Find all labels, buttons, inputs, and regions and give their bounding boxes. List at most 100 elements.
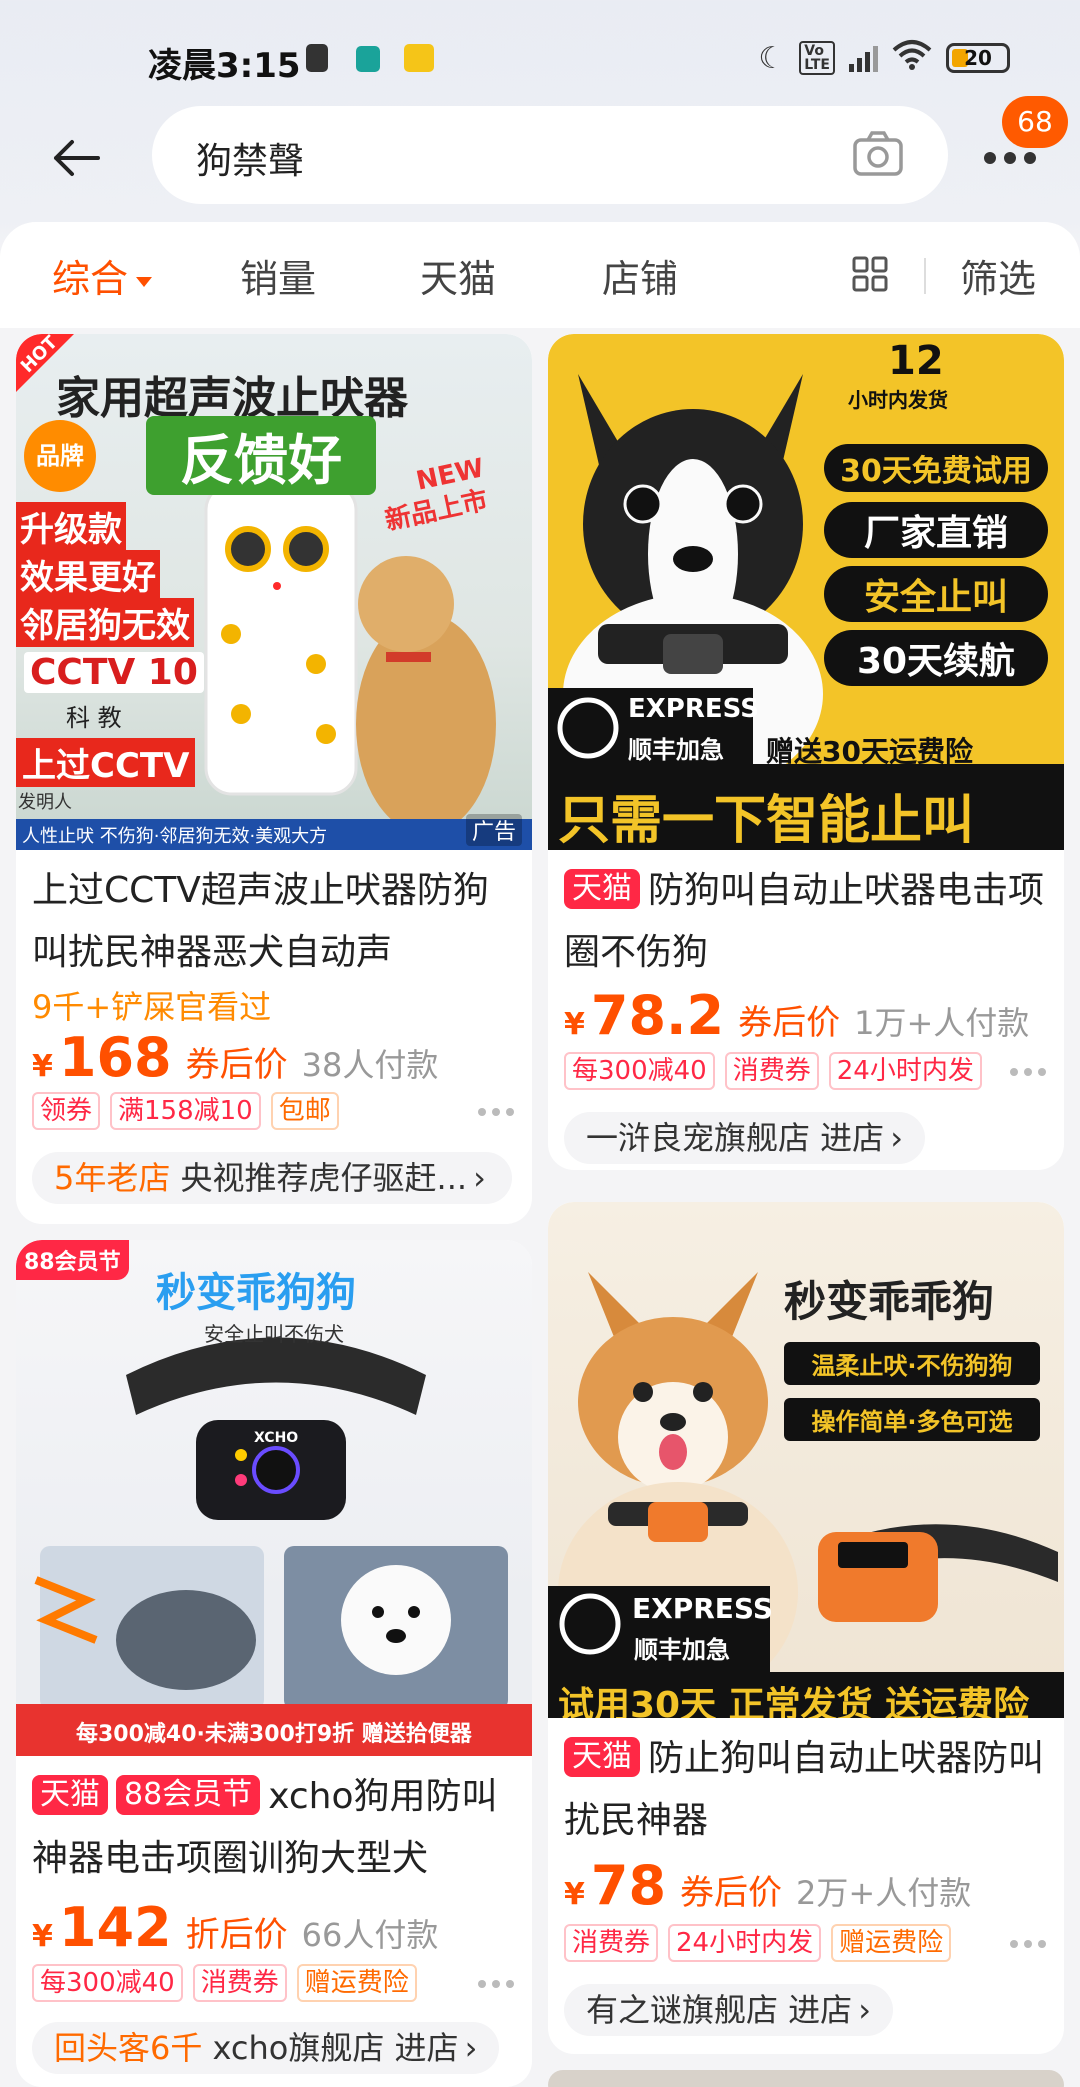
safe-pill: 安全止叫 [824, 566, 1048, 622]
product-image-2[interactable]: 12 小时内发货 30天免费试用 厂家直销 安全止叫 30天续航 EXPRESS… [548, 334, 1064, 850]
shop-highlight: 回头客6千 [54, 2029, 203, 2067]
brand-circle: 品牌 [24, 420, 96, 492]
grid-view-icon[interactable] [852, 256, 888, 292]
promo-tag: 每300减40 [32, 1964, 183, 2002]
tmall-tag: 天猫 [564, 1737, 640, 1777]
product-card-5-peek[interactable] [548, 2070, 1064, 2087]
promo-tag: 消费券 [192, 1964, 287, 2002]
wallet-icon [404, 44, 434, 72]
promo-tag: 消费券 [724, 1052, 819, 1090]
price-label: 折后价 [185, 1915, 288, 1955]
image-headline: 秒变乖狗狗 [156, 1270, 356, 1316]
card-more-icon[interactable] [1010, 1068, 1046, 1076]
product-image-3[interactable]: 88会员节 秒变乖狗狗 安全止叫不伤犬 XCHO 每300减40·未满300打9… [16, 1240, 532, 1756]
gentle-pill: 温柔止吠·不伤狗狗 [784, 1342, 1040, 1385]
easy-pill: 操作简单·多色可选 [784, 1398, 1040, 1441]
promo-tag: 包邮 [270, 1092, 339, 1130]
brand-on-device: XCHO [254, 1430, 299, 1446]
chevron-right-icon: › [890, 1119, 903, 1157]
product-title[interactable]: 上过CCTV超声波止吠器防狗叫扰民神器恶犬自动声 [32, 860, 516, 984]
hours-label: 小时内发货 [848, 388, 948, 412]
free-trial-pill: 30天免费试用 [824, 444, 1048, 492]
shop-name: 一浒良宠旗舰店 进店 [586, 1119, 885, 1157]
message-badge: 68 [1002, 96, 1068, 148]
price: 142 [58, 1896, 172, 1959]
express-label: EXPRESS [632, 1592, 773, 1625]
product-title[interactable]: 天猫 防狗叫自动止吠器电击项圈不伤狗 [564, 860, 1048, 984]
product-card-1[interactable]: 家用超声波止吠器 反馈好 品牌 NEW 新品上市 升级款 效果更好 邻居狗无效 … [16, 334, 532, 1224]
product-card-3[interactable]: 88会员节 秒变乖狗狗 安全止叫不伤犬 XCHO 每300减40·未满300打9… [16, 1240, 532, 2087]
price-label: 券后价 [185, 1045, 288, 1085]
promo-tags: 每300减40 消费券 赠运费险 [32, 1964, 417, 2002]
shop-name: 央视推荐虎仔驱赶... [180, 1159, 468, 1197]
sf-express-label: 顺丰加急 [628, 736, 724, 764]
sold-count: 1万+人付款 [854, 1004, 1030, 1042]
image-headline: 秒变乖乖狗 [784, 1277, 995, 1326]
chevron-right-icon: › [858, 1991, 871, 2029]
image-subheadline: 安全止叫不伤犬 [204, 1322, 344, 1346]
image-banner: 反馈好 [146, 416, 376, 495]
battery-pill: 30天续航 [824, 630, 1048, 686]
price: 78 [590, 1854, 667, 1917]
sold-count: 2万+人付款 [796, 1874, 972, 1912]
product-image-4[interactable]: 秒变乖乖狗 温柔止吠·不伤狗狗 操作简单·多色可选 EXPRESS 顺丰加急 试… [548, 1202, 1064, 1718]
shop-link[interactable]: 有之谜旗舰店 进店 › [564, 1984, 893, 2036]
price-label: 券后价 [738, 1003, 841, 1043]
card-more-icon[interactable] [1010, 1940, 1046, 1948]
battery-icon: 20 [946, 43, 1010, 73]
hours-number: 12 [888, 338, 944, 384]
sort-tmall[interactable]: 天猫 [420, 248, 496, 303]
promo-tag: 满158减10 [110, 1092, 261, 1130]
express-label: EXPRESS [628, 694, 759, 724]
sf-express-label: 顺丰加急 [634, 1636, 730, 1664]
promo-tag: 赠运费险 [831, 1924, 952, 1962]
chevron-right-icon: › [473, 1159, 486, 1197]
neighbor-tag: 邻居狗无效 [16, 598, 194, 647]
filter-button[interactable]: 筛选 [960, 248, 1036, 303]
price-line: ¥ 78 券后价 2万+人付款 [564, 1854, 971, 1917]
card-more-icon[interactable] [478, 1980, 514, 1988]
price: 78.2 [590, 984, 725, 1047]
effect-tag: 效果更好 [16, 550, 160, 599]
shop-name: 有之谜旗舰店 进店 [586, 1991, 853, 2029]
event-tag: 88会员节 [116, 1775, 261, 1815]
price-line: ¥ 78.2 券后价 1万+人付款 [564, 984, 1029, 1047]
shop-link[interactable]: 回头客6千 xcho旗舰店 进店 › [32, 2022, 500, 2074]
image-footer: 人性止吠 不伤狗·邻居狗无效·美观大方 [22, 826, 328, 847]
shop-link[interactable]: 5年老店 央视推荐虎仔驱赶... › [32, 1152, 512, 1204]
promo-tag: 领券 [32, 1092, 101, 1130]
back-arrow-icon[interactable] [50, 132, 102, 184]
product-title[interactable]: 天猫 88会员节 xcho狗用防叫神器电击项圈训狗大型犬 [32, 1766, 516, 1890]
upgrade-tag: 升级款 [16, 502, 126, 551]
price-label: 券后价 [680, 1873, 783, 1913]
shop-highlight: 5年老店 [54, 1159, 171, 1197]
price: 168 [58, 1026, 172, 1089]
volte-icon: Vo LTE [799, 41, 835, 75]
card-more-icon[interactable] [478, 1108, 514, 1116]
moon-icon: ☾ [758, 40, 786, 76]
shop-name: xcho旗舰店 进店 [212, 2029, 459, 2067]
product-card-2[interactable]: 12 小时内发货 30天免费试用 厂家直销 安全止叫 30天续航 EXPRESS… [548, 334, 1064, 1170]
sort-shop[interactable]: 店铺 [602, 248, 678, 303]
sort-comprehensive[interactable]: 综合 [52, 248, 153, 303]
inventor-label: 发明人 [18, 792, 72, 813]
search-input[interactable]: 狗禁聲 [152, 106, 948, 204]
camera-icon[interactable] [852, 130, 904, 178]
currency-symbol: ¥ [32, 1919, 53, 1954]
tmall-tag: 天猫 [564, 869, 640, 909]
lock-icon [356, 46, 380, 72]
status-time: 凌晨3:15 [148, 46, 301, 86]
caret-down-icon [136, 276, 153, 287]
search-query: 狗禁聲 [196, 141, 305, 182]
promo-tag: 消费券 [564, 1924, 659, 1962]
product-image-1[interactable]: 家用超声波止吠器 反馈好 品牌 NEW 新品上市 升级款 效果更好 邻居狗无效 … [16, 334, 532, 850]
promo-tag: 赠运费险 [296, 1964, 417, 2002]
shop-link[interactable]: 一浒良宠旗舰店 进店 › [564, 1112, 925, 1164]
currency-symbol: ¥ [564, 1007, 585, 1042]
status-bar: 凌晨3:15 ☾ Vo LTE 20 [0, 0, 1080, 110]
sort-sales[interactable]: 销量 [240, 248, 316, 303]
views-subline: 9千+铲屎官看过 [32, 988, 272, 1026]
price-line: ¥ 142 折后价 66人付款 [32, 1896, 438, 1959]
product-card-4[interactable]: 秒变乖乖狗 温柔止吠·不伤狗狗 操作简单·多色可选 EXPRESS 顺丰加急 试… [548, 1202, 1064, 2054]
product-title[interactable]: 天猫 防止狗叫自动止吠器防叫扰民神器 [564, 1728, 1048, 1852]
